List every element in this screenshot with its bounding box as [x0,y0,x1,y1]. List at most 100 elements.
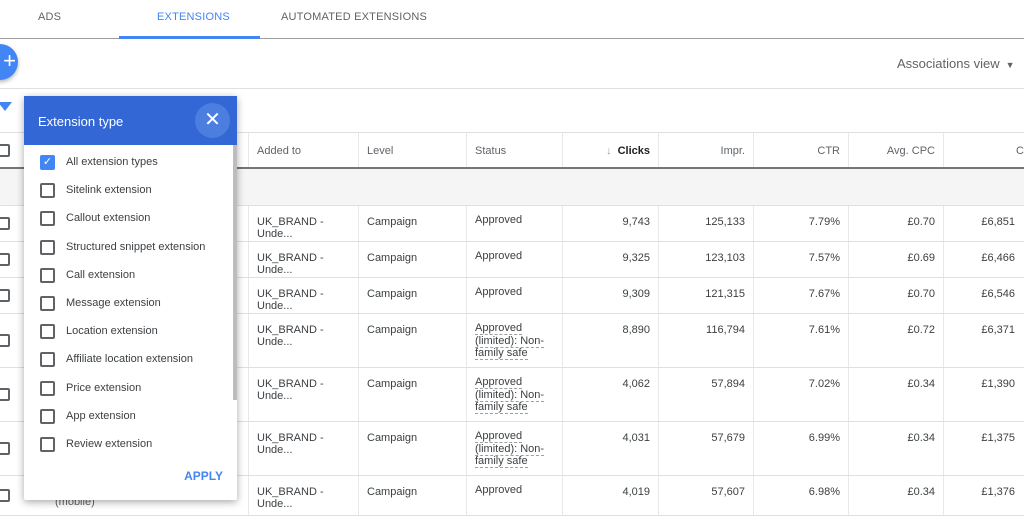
cell-clicks: 4,031 [562,422,658,475]
cell-added-to: UK_BRAND - Unde... [248,368,358,421]
active-tab-indicator [119,36,260,39]
status-text[interactable]: Approved (limited): Non-family safe [475,322,545,360]
col-impr[interactable]: Impr. [658,133,753,167]
cell-added-to: UK_BRAND - Unde... [248,422,358,475]
row-checkbox[interactable] [0,388,10,401]
cell-cpc: £0.72 [848,314,943,367]
cell-level: Campaign [358,368,466,421]
row-checkbox[interactable] [0,489,10,502]
cell-impr: 116,794 [658,314,753,367]
scrollbar[interactable] [233,145,237,400]
option-label: Affiliate location extension [66,353,193,366]
filter-icon[interactable] [0,102,12,111]
option-label: App extension [66,409,136,422]
cell-cpc: £0.70 [848,278,943,313]
cell-status: Approved (limited): Non-family safe [466,422,562,475]
cell-cpc: £0.70 [848,206,943,241]
add-button[interactable]: + [0,44,18,80]
checkbox[interactable] [40,296,55,311]
cell-impr: 121,315 [658,278,753,313]
close-icon[interactable]: ✕ [195,103,230,138]
checkbox[interactable] [40,437,55,452]
cell-added-to: UK_BRAND - Unde... [248,206,358,241]
cell-status: Approved [466,476,562,515]
cell-ctr: 7.61% [753,314,848,367]
checkbox[interactable] [40,380,55,396]
tab-extensions[interactable]: EXTENSIONS [157,11,230,23]
tab-ads[interactable]: ADS [38,11,61,23]
option-label: Price extension [66,381,142,394]
cell-ctr: 7.02% [753,368,848,421]
tab-automated-extensions[interactable]: AUTOMATED EXTENSIONS [281,11,427,23]
checkbox[interactable] [40,183,55,199]
extension-type-filter-dialog: Extension type ✕ ✓ All extension types Sit… [24,96,237,500]
checkbox[interactable]: ✓ [40,155,55,170]
cell-clicks: 4,019 [562,476,658,515]
tab-bar: ADS EXTENSIONS AUTOMATED EXTENSIONS [0,0,1024,39]
checkbox[interactable] [40,267,55,283]
cell-cpc: £0.34 [848,476,943,515]
cell-impr: 123,103 [658,242,753,277]
col-added-to[interactable]: Added to [248,133,358,167]
cell-ctr: 7.57% [753,242,848,277]
cell-added-to: UK_BRAND - Unde... [248,314,358,367]
associations-view-dropdown[interactable]: Associations view ▼ [897,56,1015,71]
cell-cost: £1,375 [943,422,1023,475]
checkbox[interactable] [40,239,55,255]
checkbox[interactable] [40,408,55,424]
cell-cost: £6,546 [943,278,1023,313]
cell-clicks: 8,890 [562,314,658,367]
col-clicks[interactable]: ↓ Clicks [562,133,658,167]
row-checkbox[interactable] [0,442,10,455]
cell-clicks: 4,062 [562,368,658,421]
cell-ctr: 6.98% [753,476,848,515]
cell-cost: £1,390 [943,368,1023,421]
row-checkbox[interactable] [0,217,10,230]
cell-ctr: 6.99% [753,422,848,475]
row-checkbox[interactable] [0,253,10,266]
select-all-checkbox[interactable] [0,144,10,157]
option-label: Location extension [66,325,158,338]
col-status[interactable]: Status [466,133,562,167]
row-checkbox[interactable] [0,289,10,302]
col-level[interactable]: Level [358,133,466,167]
cell-cost: £6,371 [943,314,1023,367]
option-label: Call extension [66,268,136,281]
status-text[interactable]: Approved (limited): Non-family safe [475,376,545,414]
checkbox[interactable] [40,211,55,227]
cell-status: Approved [466,242,562,277]
col-ctr[interactable]: CTR [753,133,848,167]
cell-impr: 57,894 [658,368,753,421]
cell-status: Approved [466,206,562,241]
cell-cpc: £0.69 [848,242,943,277]
cell-impr: 57,679 [658,422,753,475]
cell-cost: £6,851 [943,206,1023,241]
option-label: Structured snippet extension [66,240,206,253]
cell-status: Approved (limited): Non-family safe [466,314,562,367]
status-text[interactable]: Approved (limited): Non-family safe [475,430,545,468]
dialog-title: Extension type [38,114,124,129]
cell-level: Campaign [358,242,466,277]
cell-status: Approved (limited): Non-family safe [466,368,562,421]
row-checkbox[interactable] [0,334,10,347]
col-clicks-label: Clicks [617,145,650,157]
apply-button[interactable]: APPLY [184,469,223,483]
cell-level: Campaign [358,278,466,313]
option-label: Message extension [66,297,161,309]
cell-cost: £6,466 [943,242,1023,277]
caret-down-icon: ▼ [1005,60,1015,70]
cell-added-to: UK_BRAND - Unde... [248,476,358,515]
cell-cpc: £0.34 [848,368,943,421]
cell-level: Campaign [358,422,466,475]
checkbox[interactable] [40,324,55,340]
cell-clicks: 9,325 [562,242,658,277]
col-avg-cpc[interactable]: Avg. CPC [848,133,943,167]
divider [0,88,1024,89]
cell-cost: £1,376 [943,476,1023,515]
option-label: Review extension [66,438,153,450]
option-label: Callout extension [66,212,151,225]
option-label: Sitelink extension [66,184,152,197]
col-cost[interactable]: C [943,133,1024,167]
checkbox[interactable] [40,352,55,368]
cell-level: Campaign [358,206,466,241]
